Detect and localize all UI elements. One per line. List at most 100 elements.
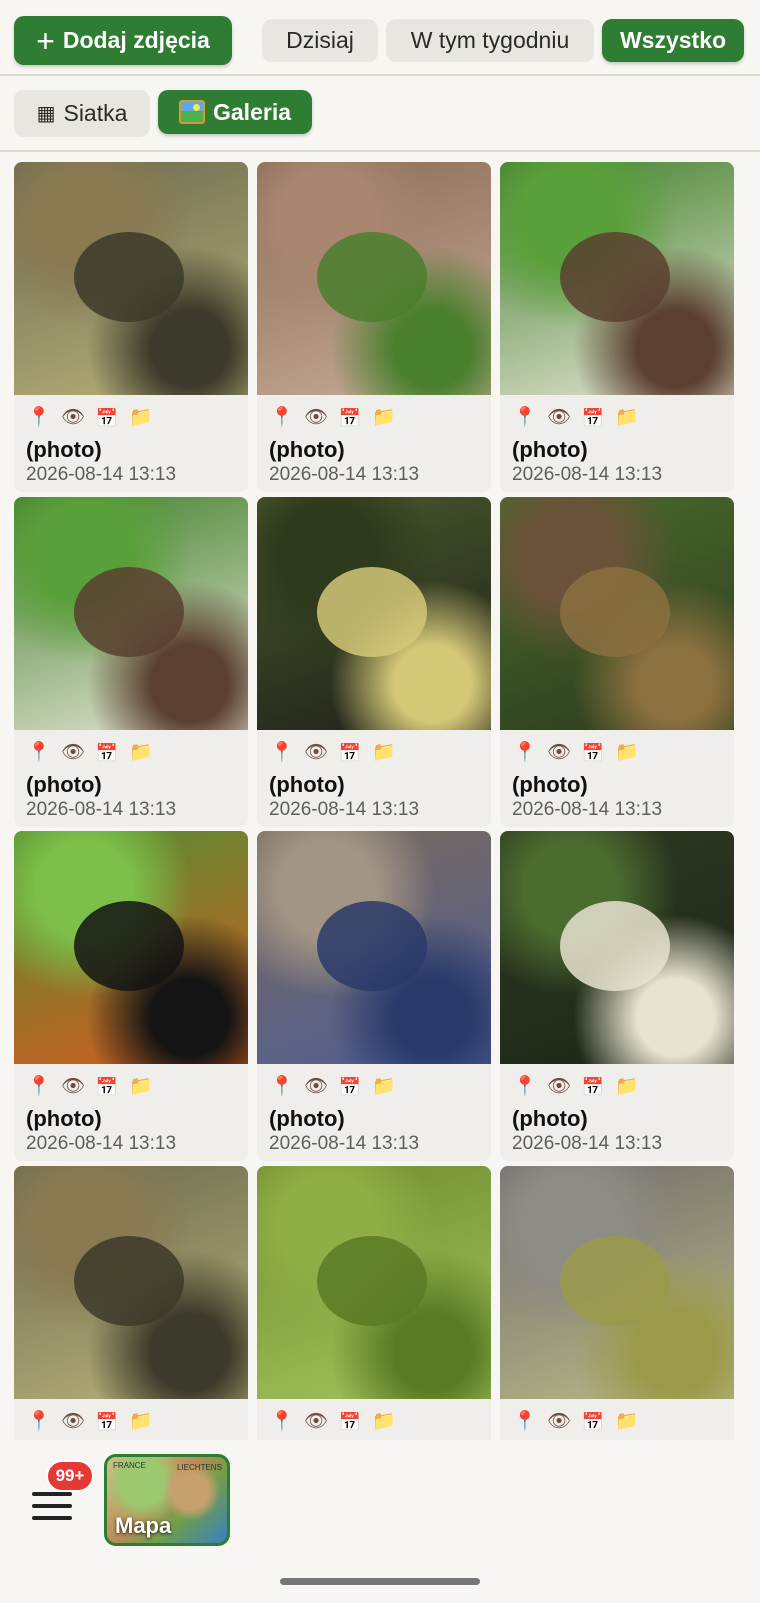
photo-thumbnail[interactable] xyxy=(14,1166,248,1399)
photo-card[interactable]: 📍👁📅📁(photo)2026-08-14 13:13 xyxy=(14,831,248,1161)
photo-card[interactable]: 📍👁📅📁(photo)2026-08-14 13:13 xyxy=(257,497,491,827)
pin-icon[interactable]: 📍 xyxy=(269,406,295,430)
filter-this-week-button[interactable]: W tym tygodniu xyxy=(386,19,594,62)
folder-icon[interactable]: 📁 xyxy=(128,741,154,765)
calendar-icon[interactable]: 📅 xyxy=(580,1075,606,1099)
calendar-icon[interactable]: 📅 xyxy=(94,1075,120,1099)
pin-icon[interactable]: 📍 xyxy=(269,1410,295,1434)
photo-card[interactable]: 📍👁📅📁(photo)2026-08-14 13:13 xyxy=(257,831,491,1161)
add-photos-button[interactable]: + Dodaj zdjęcia xyxy=(14,16,232,65)
photo-subject xyxy=(74,1236,184,1326)
photo-subject xyxy=(317,232,427,322)
calendar-icon[interactable]: 📅 xyxy=(94,741,120,765)
photo-date: 2026-08-14 13:13 xyxy=(26,799,177,820)
photo-label: (photo) xyxy=(269,437,345,462)
photo-thumbnail[interactable] xyxy=(257,1166,491,1399)
photo-card[interactable]: 📍👁📅📁(photo)2026-08-14 13:13 xyxy=(500,1166,734,1440)
photo-card[interactable]: 📍👁📅📁(photo)2026-08-14 13:13 xyxy=(257,162,491,492)
pin-icon[interactable]: 📍 xyxy=(26,1075,52,1099)
photo-subject xyxy=(74,901,184,991)
photo-card[interactable]: 📍👁📅📁(photo)2026-08-14 13:13 xyxy=(14,497,248,827)
photo-thumbnail[interactable] xyxy=(14,831,248,1064)
photo-icons: 📍 👁 📅 📁 xyxy=(512,741,640,765)
calendar-icon[interactable]: 📅 xyxy=(94,406,120,430)
pin-icon[interactable]: 📍 xyxy=(512,741,538,765)
photo-card[interactable]: 📍👁📅📁(photo)2026-08-14 13:13 xyxy=(500,831,734,1161)
hamburger-icon-line xyxy=(32,1516,72,1520)
pin-icon[interactable]: 📍 xyxy=(512,1410,538,1434)
view-gallery-button[interactable]: Galeria xyxy=(158,90,312,134)
folder-icon[interactable]: 📁 xyxy=(614,1075,640,1099)
eye-icon[interactable]: 👁 xyxy=(303,406,329,430)
folder-icon[interactable]: 📁 xyxy=(128,1410,154,1434)
folder-icon[interactable]: 📁 xyxy=(128,406,154,430)
eye-icon[interactable]: 👁 xyxy=(546,741,572,765)
photo-thumbnail[interactable] xyxy=(257,162,491,395)
folder-icon[interactable]: 📁 xyxy=(371,406,397,430)
photo-date: 2026-08-14 13:13 xyxy=(26,464,177,485)
photo-icons: 📍 👁 📅 📁 xyxy=(26,741,154,765)
pin-icon[interactable]: 📍 xyxy=(26,1410,52,1434)
photo-date: 2026-08-14 13:13 xyxy=(26,1133,177,1154)
photo-date: 2026-08-14 13:13 xyxy=(512,799,663,820)
photo-thumbnail[interactable] xyxy=(14,497,248,730)
photo-thumbnail[interactable] xyxy=(500,497,734,730)
photo-card[interactable]: 📍👁📅📁(photo)2026-08-14 13:13 xyxy=(500,497,734,827)
folder-icon[interactable]: 📁 xyxy=(614,741,640,765)
view-grid-button[interactable]: ▦ Siatka xyxy=(14,90,150,137)
filter-all-button[interactable]: Wszystko xyxy=(602,19,744,62)
photo-card[interactable]: 📍👁📅📁(photo)2026-08-14 13:13 xyxy=(14,1166,248,1440)
calendar-icon[interactable]: 📅 xyxy=(580,741,606,765)
eye-icon[interactable]: 👁 xyxy=(546,406,572,430)
eye-icon[interactable]: 👁 xyxy=(546,1410,572,1434)
pin-icon[interactable]: 📍 xyxy=(512,1075,538,1099)
photo-subject xyxy=(560,232,670,322)
photo-subject xyxy=(317,1236,427,1326)
eye-icon[interactable]: 👁 xyxy=(60,1410,86,1434)
photo-thumbnail[interactable] xyxy=(14,162,248,395)
filter-today-button[interactable]: Dzisiaj xyxy=(262,19,378,62)
map-tag-france: FRANCE xyxy=(113,1461,146,1470)
photo-card[interactable]: 📍👁📅📁(photo)2026-08-14 13:13 xyxy=(257,1166,491,1440)
photo-thumbnail[interactable] xyxy=(500,1166,734,1399)
home-indicator[interactable] xyxy=(280,1578,480,1585)
folder-icon[interactable]: 📁 xyxy=(371,741,397,765)
pin-icon[interactable]: 📍 xyxy=(512,406,538,430)
eye-icon[interactable]: 👁 xyxy=(60,1075,86,1099)
bottom-bar: 99+ FRANCE LIECHTENS Mapa xyxy=(0,1440,760,1603)
view-mode-bar: ▦ Siatka Galeria xyxy=(0,78,760,152)
photo-thumbnail[interactable] xyxy=(500,162,734,395)
eye-icon[interactable]: 👁 xyxy=(60,741,86,765)
calendar-icon[interactable]: 📅 xyxy=(94,1410,120,1434)
calendar-icon[interactable]: 📅 xyxy=(337,1410,363,1434)
pin-icon[interactable]: 📍 xyxy=(269,1075,295,1099)
eye-icon[interactable]: 👁 xyxy=(303,1410,329,1434)
photo-thumbnail[interactable] xyxy=(257,831,491,1064)
calendar-icon[interactable]: 📅 xyxy=(580,406,606,430)
photo-thumbnail[interactable] xyxy=(257,497,491,730)
photo-subject xyxy=(74,232,184,322)
calendar-icon[interactable]: 📅 xyxy=(337,406,363,430)
folder-icon[interactable]: 📁 xyxy=(614,1410,640,1434)
calendar-icon[interactable]: 📅 xyxy=(580,1410,606,1434)
calendar-icon[interactable]: 📅 xyxy=(337,741,363,765)
photo-card[interactable]: 📍👁📅📁(photo)2026-08-14 13:13 xyxy=(14,162,248,492)
photo-thumbnail[interactable] xyxy=(500,831,734,1064)
menu-button[interactable] xyxy=(30,1486,74,1526)
folder-icon[interactable]: 📁 xyxy=(371,1410,397,1434)
eye-icon[interactable]: 👁 xyxy=(303,741,329,765)
photo-gallery: 📍 👁 📅 📁 (photo) 2026-08-14 13:13 📍 👁 📅 📁 (photo) 20… xyxy=(0,152,760,1440)
pin-icon[interactable]: 📍 xyxy=(26,741,52,765)
pin-icon[interactable]: 📍 xyxy=(26,406,52,430)
folder-icon[interactable]: 📁 xyxy=(128,1075,154,1099)
pin-icon[interactable]: 📍 xyxy=(269,741,295,765)
map-button[interactable]: FRANCE LIECHTENS Mapa xyxy=(104,1454,230,1546)
eye-icon[interactable]: 👁 xyxy=(60,406,86,430)
photo-icons: 📍 👁 📅 📁 xyxy=(512,1410,640,1434)
folder-icon[interactable]: 📁 xyxy=(614,406,640,430)
eye-icon[interactable]: 👁 xyxy=(546,1075,572,1099)
eye-icon[interactable]: 👁 xyxy=(303,1075,329,1099)
calendar-icon[interactable]: 📅 xyxy=(337,1075,363,1099)
photo-card[interactable]: 📍👁📅📁(photo)2026-08-14 13:13 xyxy=(500,162,734,492)
folder-icon[interactable]: 📁 xyxy=(371,1075,397,1099)
